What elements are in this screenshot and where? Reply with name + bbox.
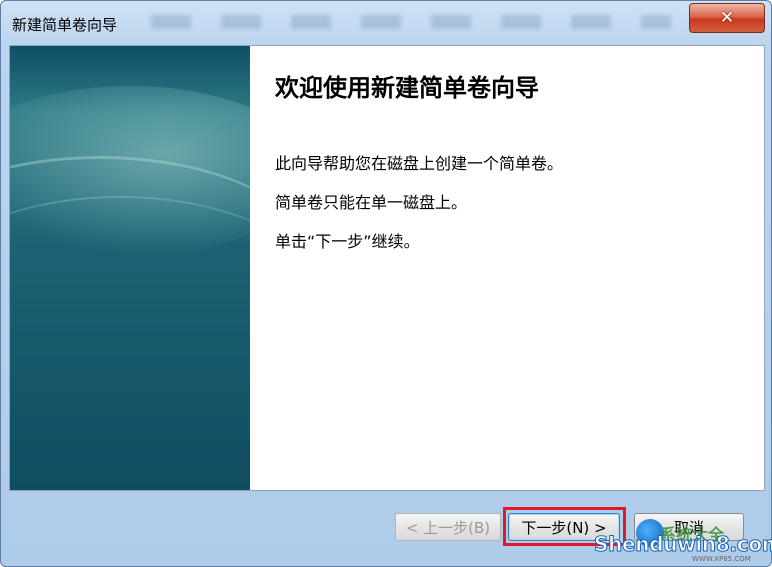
title-bar[interactable]: 新建简单卷向导 ✕ xyxy=(1,1,771,45)
wizard-content: 欢迎使用新建简单卷向导 此向导帮助您在磁盘上创建一个简单卷。 简单卷只能在单一磁… xyxy=(259,46,764,490)
description-line: 此向导帮助您在磁盘上创建一个简单卷。 xyxy=(275,154,564,173)
page-title: 欢迎使用新建简单卷向导 xyxy=(275,74,539,102)
watermark-brand: Shenduwin8.com xyxy=(593,532,772,557)
wizard-window: 新建简单卷向导 ✕ 欢迎使用新建简单卷向导 此向导帮助您在磁盘上创建一个简单卷。… xyxy=(0,0,772,567)
watermark: 系统大全 Shenduwin8.com WWW.XP85.COM xyxy=(590,517,772,565)
close-icon: ✕ xyxy=(719,8,735,28)
watermark-domain: WWW.XP85.COM xyxy=(692,555,751,563)
window-title: 新建简单卷向导 xyxy=(12,16,118,34)
blurred-background-strip xyxy=(151,15,671,29)
wizard-side-graphic xyxy=(10,46,250,490)
description-line: 简单卷只能在单一磁盘上。 xyxy=(275,193,468,212)
description-line: 单击“下一步”继续。 xyxy=(275,232,420,251)
close-button[interactable]: ✕ xyxy=(689,3,765,33)
wizard-body: 欢迎使用新建简单卷向导 此向导帮助您在磁盘上创建一个简单卷。 简单卷只能在单一磁… xyxy=(9,45,765,491)
back-button[interactable]: < 上一步(B) xyxy=(395,513,501,541)
side-graphic-arc xyxy=(10,196,250,418)
